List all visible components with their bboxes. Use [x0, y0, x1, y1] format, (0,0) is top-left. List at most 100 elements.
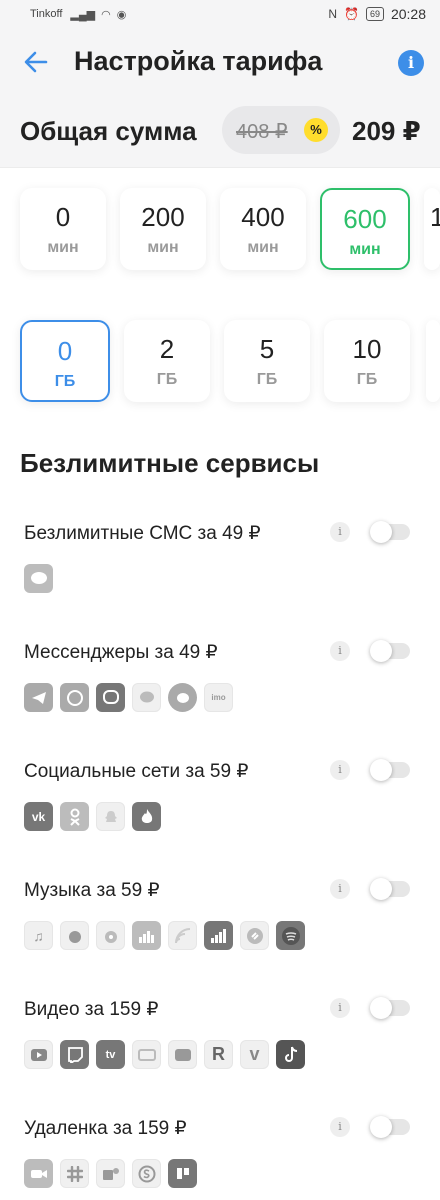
gb-option-partial[interactable]: [426, 320, 440, 402]
option-unit: мин: [349, 241, 381, 258]
slack-icon: [60, 1159, 89, 1188]
trello-icon: [168, 1159, 197, 1188]
zoom-icon: [24, 1159, 53, 1188]
back-arrow-icon[interactable]: [22, 48, 50, 76]
telegram-icon: [24, 683, 53, 712]
info-icon[interactable]: i: [330, 879, 350, 899]
toggle-knob: [370, 878, 392, 900]
option-value: 5: [259, 334, 275, 364]
section-title: Безлимитные сервисы: [20, 448, 320, 478]
option-value: 2: [159, 334, 175, 364]
option-value: 1: [430, 202, 440, 232]
youtube-icon: [24, 1040, 53, 1069]
deezer-icon: [132, 921, 161, 950]
old-price: 408 ₽: [236, 121, 288, 143]
clock: 20:28: [390, 6, 426, 22]
service-toggle[interactable]: [370, 640, 410, 662]
minutes-option-600[interactable]: 600 мин: [320, 188, 410, 270]
new-price: 209 ₽: [352, 116, 421, 146]
discount-percent-icon: %: [304, 118, 328, 142]
option-value: 0: [55, 202, 71, 232]
tiktok-icon: [276, 1040, 305, 1069]
yandex-music-icon: [60, 921, 89, 950]
discount-pill: 408 ₽ %: [222, 106, 340, 154]
toggle-knob: [370, 997, 392, 1019]
sms-icon: [24, 564, 53, 593]
toggle-knob: [370, 1116, 392, 1138]
minutes-option-400[interactable]: 400 мин: [220, 188, 306, 270]
music-player-icon: [96, 921, 125, 950]
option-unit: мин: [247, 239, 279, 256]
info-icon[interactable]: i: [330, 1117, 350, 1137]
option-unit: ГБ: [256, 371, 278, 388]
option-unit: ГБ: [356, 371, 378, 388]
messenger-icon: [168, 683, 197, 712]
option-unit: ГБ: [156, 371, 178, 388]
podcasts-icon: [168, 921, 197, 950]
apple-tv-icon: tv: [96, 1040, 125, 1069]
twitch-icon: [60, 1040, 89, 1069]
minutes-option-200[interactable]: 200 мин: [120, 188, 206, 270]
option-value: 0: [57, 336, 73, 366]
service-label: Безлимитные СМС за 49 ₽: [24, 523, 261, 544]
snapchat-icon: [96, 802, 125, 831]
service-toggle[interactable]: [370, 997, 410, 1019]
gb-option-2[interactable]: 2 ГБ: [124, 320, 210, 402]
option-value: 600: [343, 204, 387, 234]
page-title: Настройка тарифа: [74, 46, 323, 76]
zvooq-icon: [204, 921, 233, 950]
option-unit: ГБ: [54, 373, 76, 390]
info-icon[interactable]: i: [330, 760, 350, 780]
gb-option-0[interactable]: 0 ГБ: [20, 320, 110, 402]
gb-option-10[interactable]: 10 ГБ: [324, 320, 410, 402]
shazam-icon: [240, 921, 269, 950]
service-label: Видео за 159 ₽: [24, 999, 159, 1020]
service-toggle[interactable]: [370, 759, 410, 781]
eye-icon: ◉: [116, 8, 127, 21]
service-toggle[interactable]: [370, 878, 410, 900]
minutes-option-0[interactable]: 0 мин: [20, 188, 106, 270]
info-icon[interactable]: i: [398, 50, 424, 76]
service-label: Социальные сети за 59 ₽: [24, 761, 249, 782]
option-unit: мин: [147, 239, 179, 256]
tamtam-icon: [132, 683, 161, 712]
rutube-icon: R: [204, 1040, 233, 1069]
alarm-icon: ⏰: [343, 7, 359, 21]
spotify-icon: [276, 921, 305, 950]
battery-indicator: 69: [365, 7, 384, 21]
option-value: 10: [352, 334, 382, 364]
info-icon[interactable]: i: [330, 641, 350, 661]
toggle-knob: [370, 521, 392, 543]
option-value: 200: [141, 202, 185, 232]
vimeo-icon: v: [240, 1040, 269, 1069]
info-icon[interactable]: i: [330, 522, 350, 542]
minutes-option-partial[interactable]: 1: [424, 188, 440, 270]
viber-icon: [96, 683, 125, 712]
service-label: Мессенджеры за 49 ₽: [24, 642, 218, 663]
status-bar: Tinkoff ▂▄▆ ◠ ◉ N ⏰ 69 20:28: [0, 0, 440, 28]
gigabytes-selector: 0 ГБ 2 ГБ 5 ГБ 10 ГБ: [20, 320, 440, 402]
vk-icon: vk: [24, 802, 53, 831]
service-label: Музыка за 59 ₽: [24, 880, 160, 901]
service-toggle[interactable]: [370, 1116, 410, 1138]
service-toggle[interactable]: [370, 521, 410, 543]
video-player-icon: [132, 1040, 161, 1069]
option-unit: мин: [47, 239, 79, 256]
gb-option-5[interactable]: 5 ГБ: [224, 320, 310, 402]
imo-icon: imo: [204, 683, 233, 712]
tariff-header: Настройка тарифа i Общая сумма 408 ₽ % 2…: [0, 28, 440, 168]
tinder-icon: [132, 802, 161, 831]
teams-icon: [96, 1159, 125, 1188]
total-label: Общая сумма: [20, 116, 197, 146]
toggle-knob: [370, 759, 392, 781]
minutes-selector: 0 мин 200 мин 400 мин 600 мин 1: [20, 188, 440, 270]
wifi-icon: ◠: [101, 8, 111, 21]
whatsapp-icon: [60, 683, 89, 712]
carrier-name: Tinkoff: [30, 8, 63, 20]
toggle-knob: [370, 640, 392, 662]
service-label: Удаленка за 159 ₽: [24, 1118, 187, 1139]
signal-icon: ▂▄▆: [70, 8, 96, 21]
apple-music-icon: ♫: [24, 921, 53, 950]
info-icon[interactable]: i: [330, 998, 350, 1018]
odnoklassniki-icon: [60, 802, 89, 831]
